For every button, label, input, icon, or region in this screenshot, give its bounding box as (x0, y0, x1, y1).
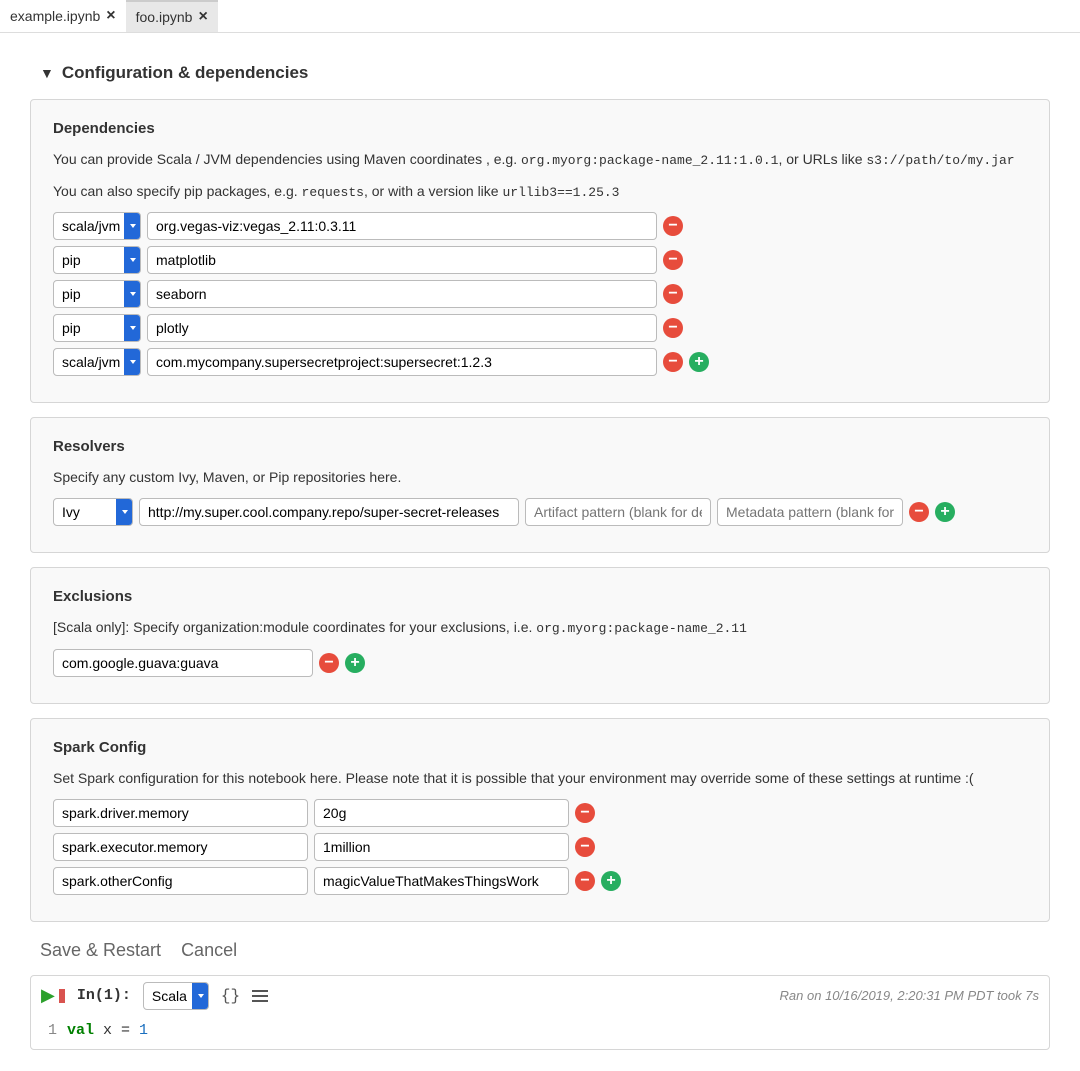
add-icon[interactable]: + (689, 352, 709, 372)
remove-icon[interactable]: − (663, 318, 683, 338)
line-number: 1 (41, 1022, 67, 1039)
dependency-type-select[interactable]: scala/jvm (53, 348, 141, 376)
notebook-tabs: example.ipynb × foo.ipynb × (0, 0, 1080, 33)
exclusions-desc: [Scala only]: Specify organization:modul… (53, 617, 1027, 639)
cancel-button[interactable]: Cancel (181, 940, 237, 961)
braces-icon[interactable]: {} (221, 987, 240, 1005)
resolvers-heading: Resolvers (53, 438, 1027, 455)
remove-icon[interactable]: − (663, 284, 683, 304)
exclusion-input[interactable] (53, 649, 313, 677)
spark-heading: Spark Config (53, 739, 1027, 756)
exclusions-heading: Exclusions (53, 588, 1027, 605)
spark-desc: Set Spark configuration for this noteboo… (53, 768, 1027, 789)
menu-icon[interactable] (252, 990, 268, 1002)
remove-icon[interactable]: − (909, 502, 929, 522)
dependencies-desc2: You can also specify pip packages, e.g. … (53, 181, 1027, 203)
remove-icon[interactable]: − (575, 871, 595, 891)
in-label: In(1): (77, 987, 131, 1004)
spark-row: − (53, 833, 1027, 861)
remove-icon[interactable]: − (663, 250, 683, 270)
dependency-value-input[interactable] (147, 246, 657, 274)
dependency-row: pip − (53, 280, 1027, 308)
dependency-type-select[interactable]: pip (53, 280, 141, 308)
section-title: Configuration & dependencies (62, 63, 309, 83)
run-icon[interactable]: ▶ (41, 985, 55, 1006)
spark-config-panel: Spark Config Set Spark configuration for… (30, 718, 1050, 922)
remove-icon[interactable]: − (575, 803, 595, 823)
dependencies-desc1: You can provide Scala / JVM dependencies… (53, 149, 1027, 171)
resolver-metadata-input[interactable] (717, 498, 903, 526)
dependency-type-select[interactable]: pip (53, 246, 141, 274)
remove-icon[interactable]: − (319, 653, 339, 673)
resolvers-panel: Resolvers Specify any custom Ivy, Maven,… (30, 417, 1050, 553)
config-actions: Save & Restart Cancel (40, 940, 1050, 961)
code-cell: ▶ In(1): Scala {} Ran on 10/16/2019, 2:2… (30, 975, 1050, 1050)
spark-row: − + (53, 867, 1027, 895)
dependency-row: scala/jvm − (53, 212, 1027, 240)
tab-foo[interactable]: foo.ipynb × (126, 0, 218, 32)
tab-example[interactable]: example.ipynb × (0, 0, 126, 32)
resolvers-desc: Specify any custom Ivy, Maven, or Pip re… (53, 467, 1027, 488)
spark-key-input[interactable] (53, 867, 308, 895)
dependency-row: pip − (53, 314, 1027, 342)
code-line: val x = 1 (67, 1022, 148, 1039)
code-editor[interactable]: 1 val x = 1 (31, 1016, 1049, 1049)
resolver-artifact-input[interactable] (525, 498, 711, 526)
add-icon[interactable]: + (601, 871, 621, 891)
cell-header: ▶ In(1): Scala {} Ran on 10/16/2019, 2:2… (31, 976, 1049, 1016)
spark-row: − (53, 799, 1027, 827)
dependency-type-select[interactable]: pip (53, 314, 141, 342)
spark-key-input[interactable] (53, 833, 308, 861)
exclusion-row: − + (53, 649, 1027, 677)
remove-icon[interactable]: − (663, 352, 683, 372)
spark-key-input[interactable] (53, 799, 308, 827)
dependency-value-input[interactable] (147, 212, 657, 240)
remove-icon[interactable]: − (575, 837, 595, 857)
dependency-value-input[interactable] (147, 280, 657, 308)
save-restart-button[interactable]: Save & Restart (40, 940, 161, 961)
dependency-value-input[interactable] (147, 348, 657, 376)
spark-value-input[interactable] (314, 799, 569, 827)
dependencies-panel: Dependencies You can provide Scala / JVM… (30, 99, 1050, 403)
config-section-header[interactable]: ▼ Configuration & dependencies (40, 63, 1050, 83)
disclosure-triangle-icon[interactable]: ▼ (40, 65, 54, 81)
spark-value-input[interactable] (314, 867, 569, 895)
spark-value-input[interactable] (314, 833, 569, 861)
cell-status-marker (59, 989, 65, 1003)
remove-icon[interactable]: − (663, 216, 683, 236)
resolver-row: Ivy − + (53, 498, 1027, 526)
cell-run-status: Ran on 10/16/2019, 2:20:31 PM PDT took 7… (780, 988, 1039, 1003)
dependency-value-input[interactable] (147, 314, 657, 342)
exclusions-panel: Exclusions [Scala only]: Specify organiz… (30, 567, 1050, 704)
close-icon[interactable]: × (198, 8, 207, 26)
dependency-row: scala/jvm − + (53, 348, 1027, 376)
add-icon[interactable]: + (345, 653, 365, 673)
dependency-row: pip − (53, 246, 1027, 274)
add-icon[interactable]: + (935, 502, 955, 522)
resolver-type-select[interactable]: Ivy (53, 498, 133, 526)
tab-label: example.ipynb (10, 8, 100, 24)
close-icon[interactable]: × (106, 7, 115, 25)
kernel-select[interactable]: Scala (143, 982, 209, 1010)
dependencies-heading: Dependencies (53, 120, 1027, 137)
resolver-url-input[interactable] (139, 498, 519, 526)
dependency-type-select[interactable]: scala/jvm (53, 212, 141, 240)
tab-label: foo.ipynb (136, 9, 193, 25)
